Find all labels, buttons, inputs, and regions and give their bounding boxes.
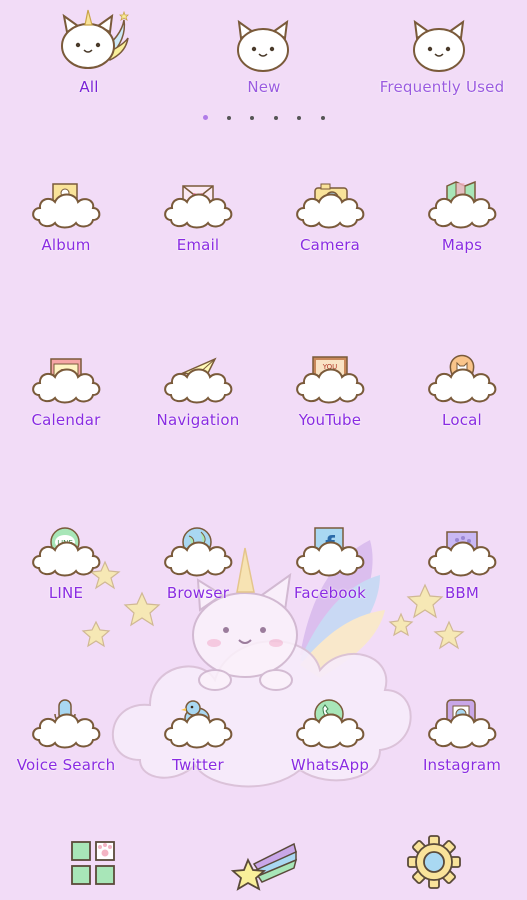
app-label: Instagram [422,756,502,774]
tab-new[interactable]: New [200,10,328,100]
app-label: Album [41,236,91,254]
tab-frequently-used[interactable]: Frequently Used [372,10,512,100]
app-label: Browser [166,584,230,602]
line-icon: LINE [32,527,101,577]
app-label: Maps [441,236,483,254]
globe-icon [164,527,233,577]
app-label: Facebook [293,584,367,602]
app-voice-search[interactable]: Voice Search [0,690,132,786]
page-indicator [0,115,527,124]
unicorn-cat-icon [61,9,129,69]
app-twitter[interactable]: Twitter [132,690,264,786]
app-label: LINE [48,584,84,602]
page-dot [321,116,325,120]
app-label: Email [176,236,220,254]
youtube-icon: YOUTUBE [296,356,365,404]
app-instagram[interactable]: Instagram [396,690,527,786]
app-grid-icon [71,841,115,885]
album-icon [32,183,101,229]
page-dot [297,116,301,120]
app-label: Camera [299,236,361,254]
page-dot [250,116,254,120]
dock-shooting-star-button[interactable] [228,838,300,894]
app-facebook[interactable]: f Facebook [264,518,396,614]
calendar-icon: 12 [32,358,101,404]
app-label: WhatsApp [290,756,370,774]
app-whatsapp[interactable]: WhatsApp [264,690,396,786]
app-label: BBM [444,584,480,602]
page-dot [274,116,278,120]
facebook-icon: f [296,527,365,577]
app-navigation[interactable]: Navigation [132,345,264,441]
app-label: YouTube [298,411,362,429]
app-youtube[interactable]: YOUTUBE YouTube [264,345,396,441]
app-camera[interactable]: Camera [264,170,396,266]
map-pin-icon [428,354,497,404]
maps-icon [428,180,497,229]
tab-new-label: New [247,78,281,96]
app-maps[interactable]: Maps [396,170,527,266]
tab-all[interactable]: All [30,9,150,100]
camera-icon [296,183,365,229]
page-dot [227,116,231,120]
app-label: Navigation [156,411,240,429]
app-label: Local [442,411,482,429]
app-label: Twitter [172,756,224,774]
cat-icon [413,19,465,72]
shooting-star-icon [230,842,298,891]
camera-square-icon [428,699,497,749]
app-label: Calendar [31,411,101,429]
app-album[interactable]: Album [0,170,132,266]
app-bbm[interactable]: BBM [396,518,527,614]
tab-frequently-used-label: Frequently Used [379,78,505,96]
app-label: Voice Search [16,756,116,774]
paper-plane-icon [164,357,233,404]
app-calendar[interactable]: 12 Calendar [0,345,132,441]
app-local[interactable]: Local [396,345,527,441]
dock-settings-button[interactable] [406,834,462,890]
dock-app-drawer-button[interactable] [66,836,122,892]
cat-icon [237,19,289,72]
bbm-icon [428,531,497,577]
page-dot-active [203,115,208,120]
bird-icon [164,700,233,749]
app-browser[interactable]: Browser [132,518,264,614]
settings-gear-icon [407,835,461,889]
phone-icon [296,699,365,749]
app-email[interactable]: Email [132,170,264,266]
email-icon [164,185,233,229]
tab-all-label: All [79,78,99,96]
microphone-icon [32,699,101,749]
app-line[interactable]: LINE LINE [0,518,132,614]
